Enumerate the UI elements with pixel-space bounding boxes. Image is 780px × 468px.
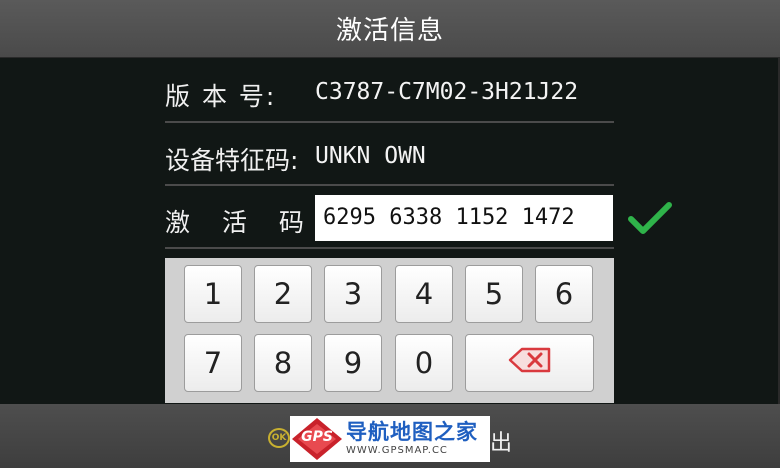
key-4[interactable]: 4 — [395, 265, 453, 323]
watermark: GPS 导航地图之家 WWW.GPSMAP.CC — [290, 416, 490, 462]
activation-code-input[interactable]: 6295 6338 1152 1472 — [315, 195, 613, 241]
divider — [165, 247, 614, 249]
key-6[interactable]: 6 — [535, 265, 593, 323]
key-9[interactable]: 9 — [324, 334, 382, 392]
key-3[interactable]: 3 — [324, 265, 382, 323]
key-8[interactable]: 8 — [254, 334, 312, 392]
version-value: C3787-C7M02-3H21J22 — [315, 79, 579, 105]
key-7[interactable]: 7 — [184, 334, 242, 392]
device-code-value: UNKN OWN — [315, 143, 426, 169]
title-bar: 激活信息 — [0, 0, 780, 58]
gps-logo-text: GPS — [301, 429, 333, 445]
key-1[interactable]: 1 — [184, 265, 242, 323]
backspace-icon — [508, 346, 552, 380]
activation-code-label: 激 活 码: — [165, 208, 337, 237]
divider — [165, 121, 614, 123]
key-0[interactable]: 0 — [395, 334, 453, 392]
watermark-url: WWW.GPSMAP.CC — [346, 445, 448, 456]
numeric-keypad: 1 2 3 4 5 6 7 8 9 0 — [165, 258, 614, 403]
divider — [165, 184, 614, 186]
exit-button[interactable]: 出 — [490, 425, 512, 457]
gps-logo-icon: GPS — [290, 416, 344, 462]
device-code-label: 设备特征码: — [165, 146, 299, 175]
backspace-button[interactable] — [465, 334, 594, 392]
page-title: 激活信息 — [335, 16, 444, 46]
key-5[interactable]: 5 — [465, 265, 523, 323]
version-label: 版 本 号: — [165, 82, 277, 111]
key-2[interactable]: 2 — [254, 265, 312, 323]
ok-icon: OK — [268, 428, 290, 448]
checkmark-icon — [628, 200, 672, 236]
watermark-title: 导航地图之家 — [346, 420, 478, 444]
